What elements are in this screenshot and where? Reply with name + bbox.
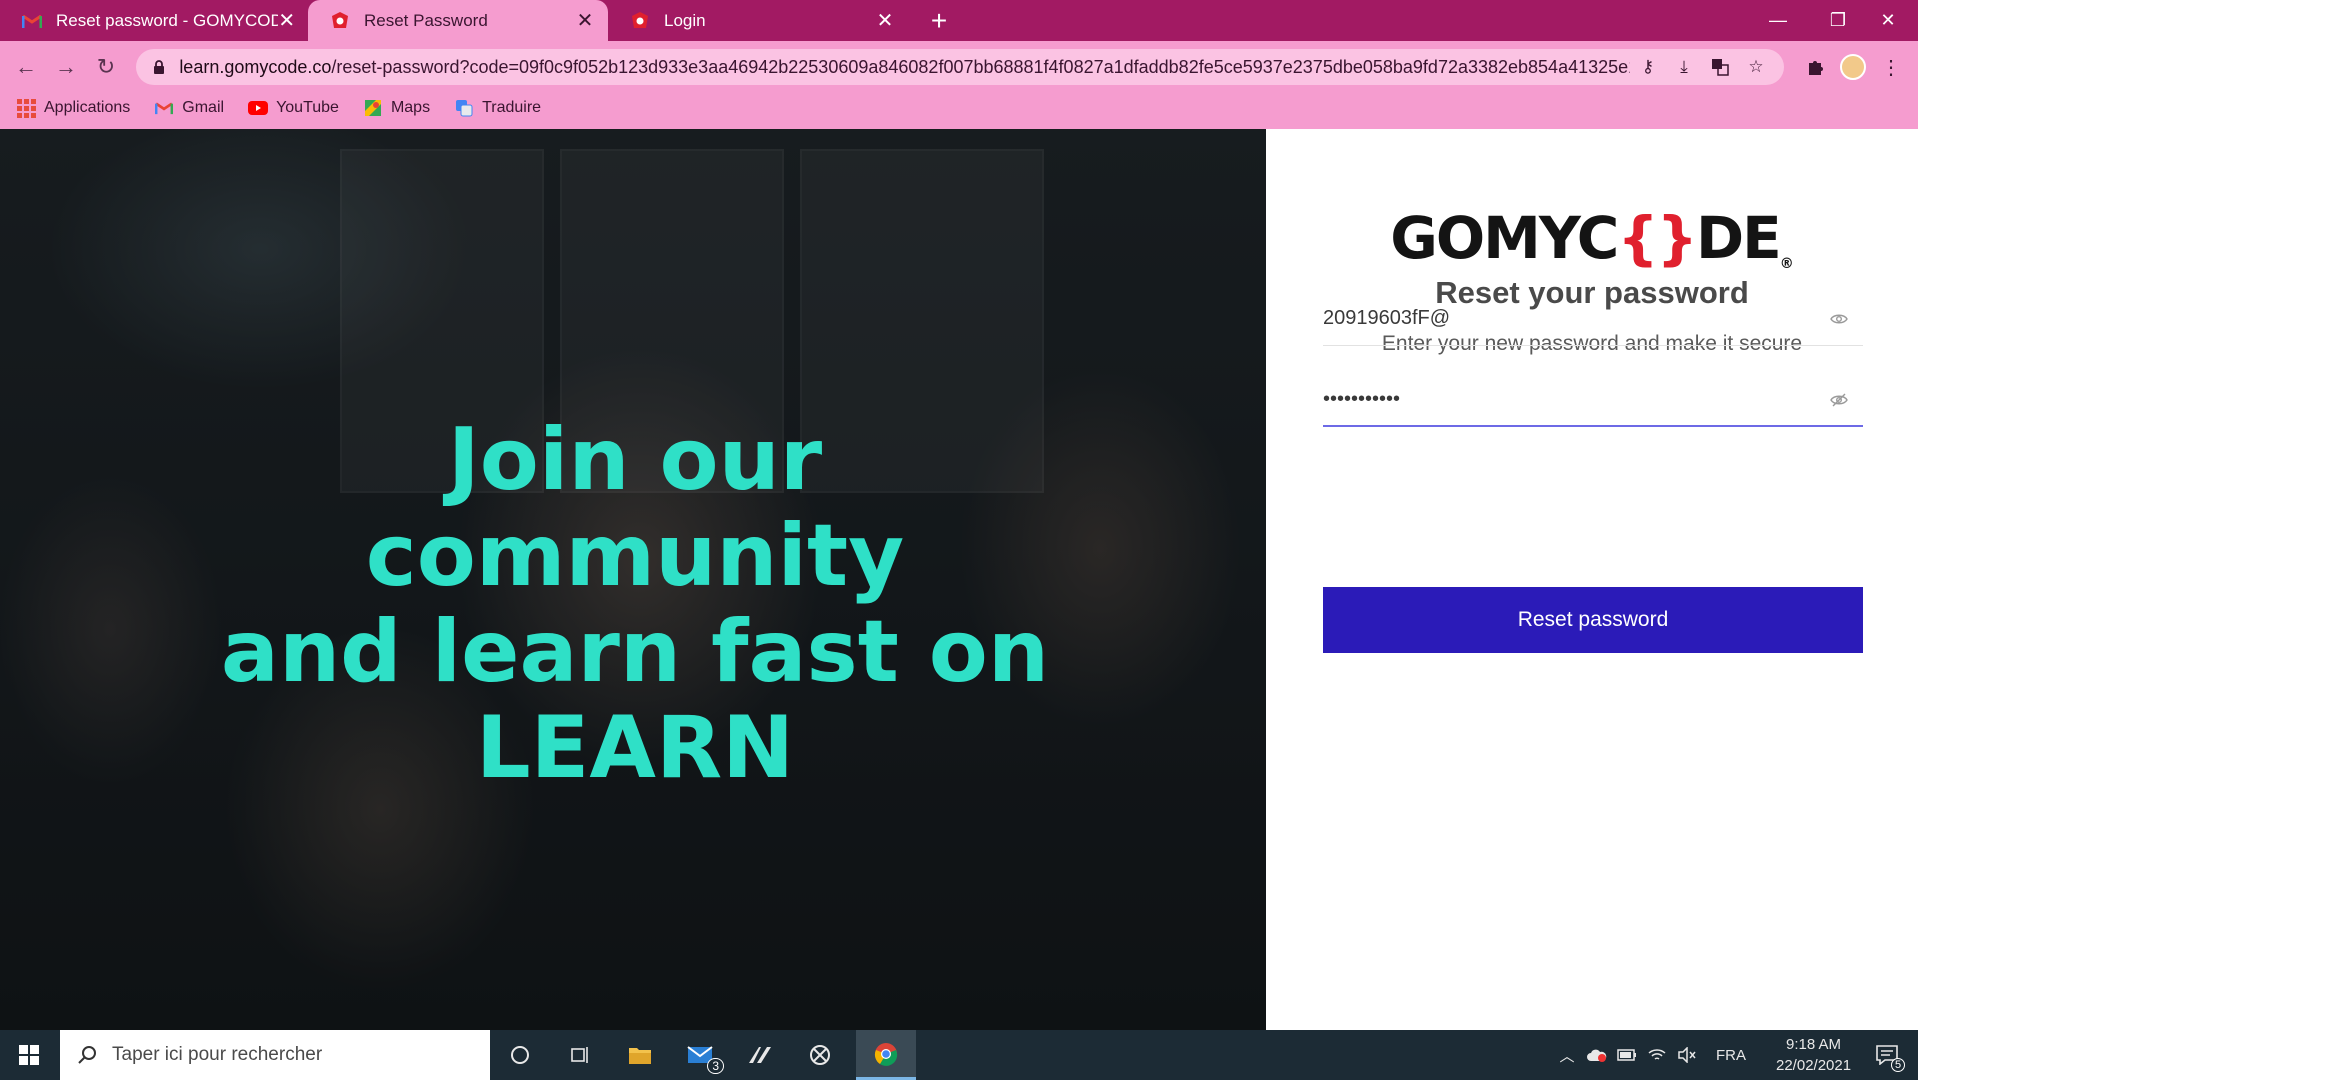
reload-icon[interactable]: ↻: [90, 51, 122, 83]
bookmark-label: Traduire: [482, 99, 542, 116]
url-path: /reset-password?code=09f0c9f052b123d933e…: [331, 56, 1630, 77]
new-tab-button[interactable]: +: [924, 5, 954, 36]
new-password-input[interactable]: [1323, 292, 1803, 344]
wifi-icon[interactable]: [1642, 1030, 1672, 1080]
tab-login[interactable]: Login ✕: [608, 0, 908, 41]
maps-icon: [363, 98, 383, 118]
profile-avatar-icon[interactable]: [1834, 49, 1872, 85]
bookmark-label: Gmail: [182, 99, 225, 116]
bookmark-label: Maps: [390, 99, 431, 116]
tab-reset-password[interactable]: Reset Password ✕: [308, 0, 608, 41]
chevron-up-icon[interactable]: ︿: [1552, 1030, 1582, 1080]
gomycode-icon: [630, 11, 650, 31]
install-icon[interactable]: ⤓: [1666, 49, 1702, 85]
bookmark-label: YouTube: [276, 99, 339, 116]
minimize-icon[interactable]: —: [1748, 0, 1808, 41]
new-password-field: [1323, 292, 1863, 346]
blank-area: [1918, 0, 2340, 1080]
browser-titlebar: Reset password - GOMYCODE TE ✕ Reset Pas…: [0, 0, 1918, 41]
menu-kebab-icon[interactable]: ⋮: [1872, 49, 1910, 85]
logo-text: DE: [1695, 204, 1782, 272]
url-domain: learn.gomycode.co: [179, 56, 332, 77]
tab-gmail[interactable]: Reset password - GOMYCODE TE ✕: [0, 0, 308, 41]
extensions-icon[interactable]: [1796, 49, 1834, 85]
windows-start-icon[interactable]: [0, 1030, 58, 1080]
hero-line: and learn fast on: [220, 602, 1050, 702]
logo-text: GOMYC: [1390, 204, 1619, 272]
app-icon[interactable]: [730, 1030, 790, 1080]
bookmark-applications[interactable]: Applications: [16, 98, 130, 118]
search-placeholder: Taper ici pour rechercher: [112, 1044, 323, 1065]
reset-password-button[interactable]: Reset password: [1323, 587, 1863, 653]
gomycode-logo: GOMYC{}DE®: [1266, 204, 1918, 272]
confirm-password-field: [1323, 373, 1863, 427]
gmail-icon: [154, 98, 174, 118]
eye-icon[interactable]: [1827, 307, 1851, 331]
close-icon[interactable]: ✕: [874, 10, 896, 32]
file-explorer-icon[interactable]: [610, 1030, 670, 1080]
eye-off-icon[interactable]: [1827, 388, 1851, 412]
lock-icon: [148, 60, 169, 74]
youtube-icon: [248, 98, 269, 118]
cortana-icon[interactable]: [490, 1030, 550, 1080]
hero-image: Join our community and learn fast on LEA…: [0, 129, 1266, 1030]
bookmark-traduire[interactable]: Traduire: [454, 98, 541, 118]
notifications-icon[interactable]: 5: [1867, 1030, 1907, 1080]
hero-headline: Join our community and learn fast on LEA…: [170, 412, 1100, 796]
volume-muted-icon[interactable]: [1672, 1030, 1702, 1080]
url-text[interactable]: learn.gomycode.co/reset-password?code=09…: [179, 57, 1630, 78]
address-bar[interactable]: learn.gomycode.co/reset-password?code=09…: [136, 49, 1784, 85]
close-window-icon[interactable]: ✕: [1858, 0, 1918, 41]
translate-icon[interactable]: [1702, 49, 1738, 85]
key-icon[interactable]: ⚷: [1630, 49, 1666, 85]
bookmarks-bar: Applications Gmail YouTube Maps Traduire: [16, 93, 565, 123]
bookmark-gmail[interactable]: Gmail: [154, 98, 224, 118]
bookmark-star-icon[interactable]: ☆: [1738, 49, 1774, 85]
hero-line: Join our community: [365, 410, 905, 606]
gmail-icon: [22, 11, 42, 31]
browser-toolbar: ← → ↻ learn.gomycode.co/reset-password?c…: [0, 41, 1918, 129]
gomycode-icon: [330, 11, 350, 31]
logo-registered: ®: [1779, 256, 1794, 272]
logo-brace: {}: [1617, 204, 1698, 272]
mail-badge: 3: [707, 1058, 724, 1074]
bookmark-youtube[interactable]: YouTube: [248, 98, 339, 118]
battery-icon[interactable]: [1612, 1030, 1642, 1080]
windows-taskbar: Taper ici pour rechercher 3 ︿ FRA 9:18 A…: [0, 1030, 1918, 1080]
system-tray: ︿ FRA 9:18 AM 22/02/2021 5: [1552, 1030, 1907, 1080]
taskbar-search[interactable]: Taper ici pour rechercher: [60, 1030, 490, 1080]
chrome-icon[interactable]: [856, 1030, 916, 1080]
translate-icon: [454, 98, 474, 118]
tab-title: Reset password - GOMYCODE TE: [56, 10, 278, 30]
clock-date: 22/02/2021: [1776, 1057, 1852, 1074]
cloud-sync-icon[interactable]: [1582, 1030, 1612, 1080]
clock[interactable]: 9:18 AM 22/02/2021: [1776, 1034, 1851, 1076]
tab-title: Login: [664, 10, 706, 30]
hero-line: LEARN: [475, 698, 795, 798]
back-icon[interactable]: ←: [10, 51, 42, 83]
tab-title: Reset Password: [364, 10, 488, 30]
close-icon[interactable]: ✕: [278, 10, 296, 32]
language-indicator[interactable]: FRA: [1716, 1047, 1746, 1064]
search-icon: [76, 1045, 100, 1065]
page-content: Join our community and learn fast on LEA…: [0, 129, 1918, 1030]
bookmark-label: Applications: [44, 99, 131, 116]
apps-grid-icon: [16, 98, 36, 118]
notification-count: 5: [1890, 1058, 1906, 1072]
reset-password-panel: GOMYC{}DE® Reset your password Enter you…: [1266, 129, 1918, 1030]
screen: Reset password - GOMYCODE TE ✕ Reset Pas…: [0, 0, 1918, 1080]
clock-time: 9:18 AM: [1786, 1036, 1842, 1053]
task-view-icon[interactable]: [550, 1030, 610, 1080]
mail-icon[interactable]: 3: [670, 1030, 730, 1080]
confirm-password-input[interactable]: [1323, 373, 1803, 425]
close-icon[interactable]: ✕: [574, 10, 596, 32]
xbox-icon[interactable]: [790, 1030, 850, 1080]
bookmark-maps[interactable]: Maps: [363, 98, 430, 118]
forward-icon[interactable]: →: [50, 51, 82, 83]
